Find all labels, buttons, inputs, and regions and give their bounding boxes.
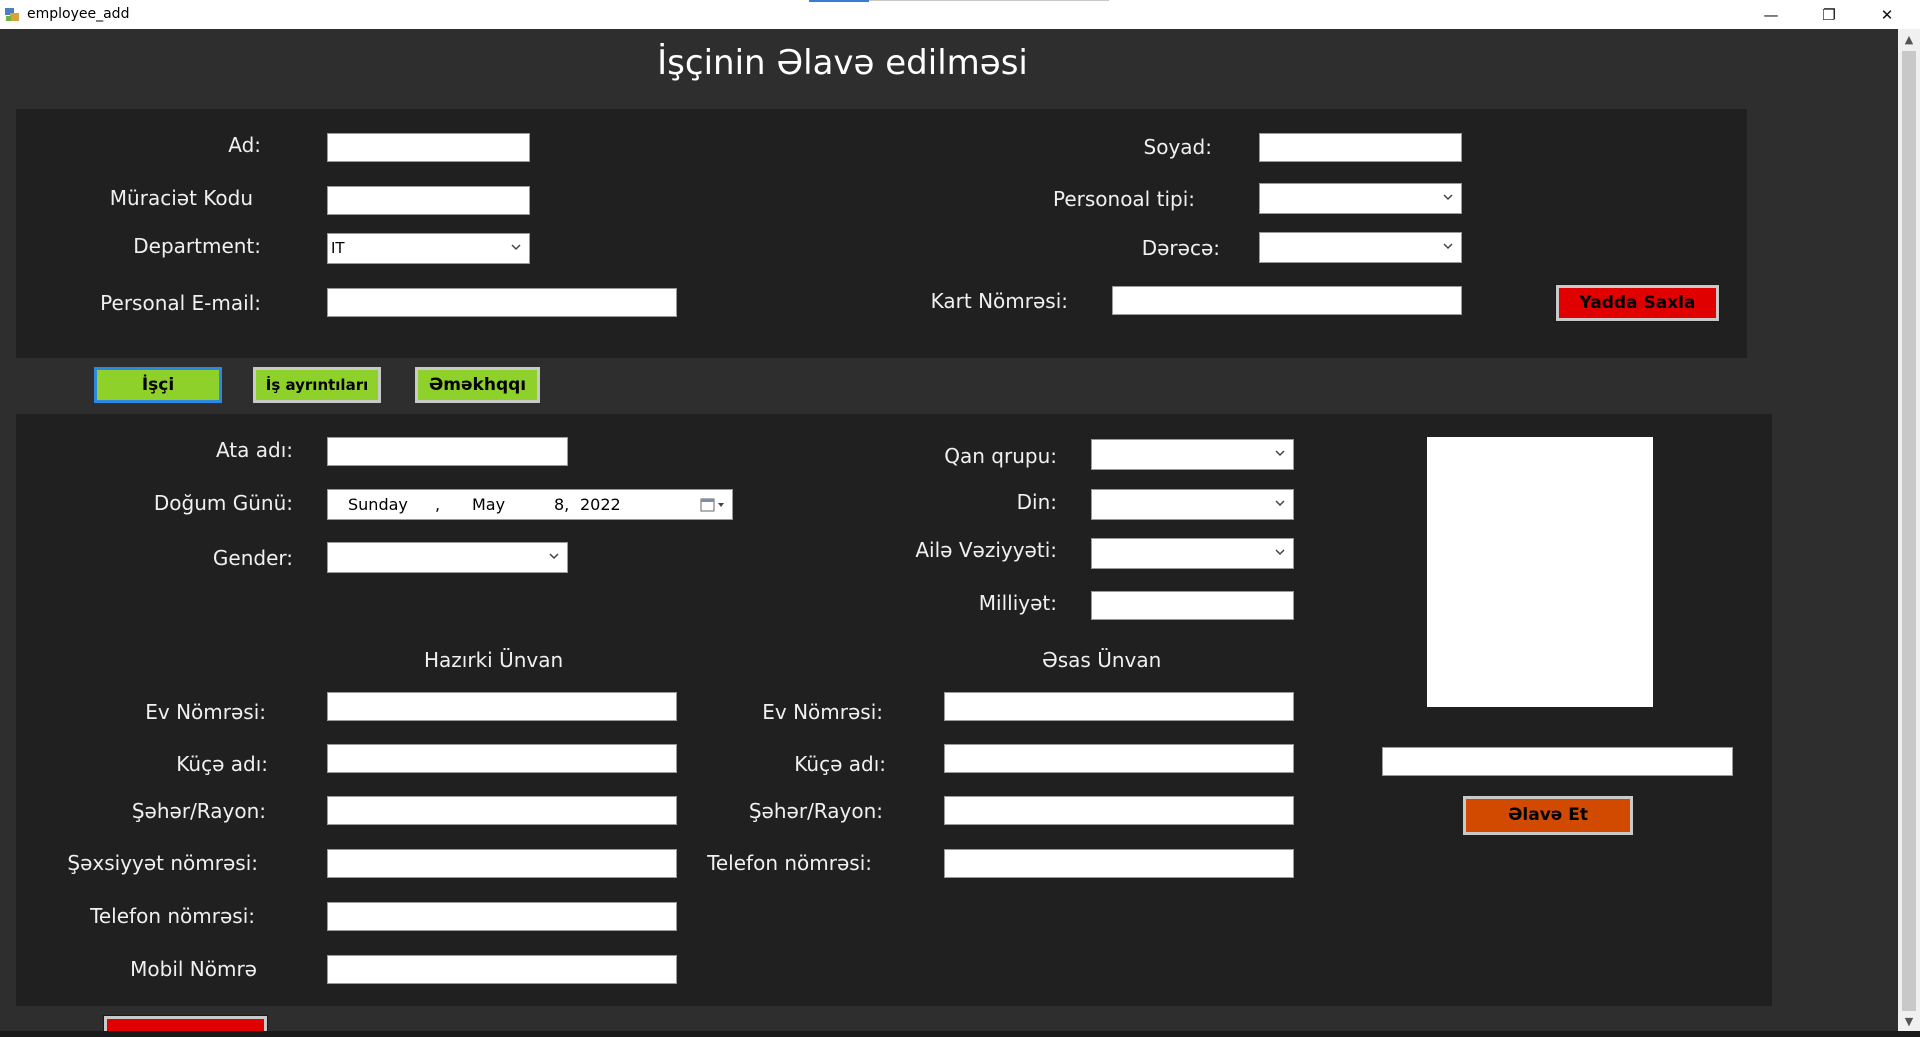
minimize-icon: — [1763, 5, 1779, 24]
current-telefon-label: Telefon nömrəsi: [90, 904, 255, 928]
close-icon: ✕ [1880, 5, 1894, 24]
gender-label: Gender: [212, 546, 293, 570]
main-ev-nomresi-input[interactable] [944, 692, 1294, 721]
window-titlebar: employee_add — ❐ ✕ [0, 0, 1920, 29]
sexsiyyet-nomresi-input[interactable] [327, 849, 677, 878]
bottom-edge [0, 1031, 1920, 1037]
hazirki-unvan-heading: Hazırki Ünvan [424, 648, 564, 672]
ata-adi-input[interactable] [327, 437, 568, 466]
basic-info-panel [16, 109, 1747, 358]
scroll-down-icon[interactable]: ▼ [1898, 1011, 1920, 1031]
restore-button[interactable]: ❐ [1800, 0, 1858, 29]
milliyet-input[interactable] [1091, 591, 1294, 620]
chevron-down-icon [511, 244, 521, 251]
elave-et-button[interactable]: Əlavə Et [1463, 796, 1633, 835]
current-seher-rayon-label: Şəhər/Rayon: [131, 799, 266, 823]
esas-unvan-heading: Əsas Ünvan [1042, 648, 1162, 672]
restore-icon: ❐ [1822, 5, 1836, 24]
yadda-saxla-button[interactable]: Yadda Saxla [1555, 284, 1720, 322]
close-button[interactable]: ✕ [1858, 0, 1916, 29]
photo-path-input[interactable] [1382, 747, 1733, 776]
chevron-down-icon [1275, 549, 1285, 556]
chevron-down-icon [1275, 450, 1285, 457]
app-icon [5, 8, 19, 21]
current-seher-rayon-input[interactable] [327, 796, 677, 825]
minimize-button[interactable]: — [1742, 0, 1800, 29]
ata-adi-label: Ata adı: [215, 438, 293, 462]
employee-photo[interactable] [1427, 437, 1653, 707]
department-label: Department: [133, 234, 261, 258]
aile-veziyyeti-select[interactable] [1091, 538, 1294, 569]
main-ev-nomresi-label: Ev Nömrəsi: [762, 700, 883, 724]
date-separator: , [435, 495, 441, 514]
current-ev-nomresi-label: Ev Nömrəsi: [145, 700, 266, 724]
personoal-tipi-select[interactable] [1259, 183, 1462, 214]
dogum-gunu-label: Doğum Günü: [153, 491, 293, 515]
department-value: IT [331, 239, 345, 257]
date-day: 8, [554, 495, 570, 514]
calendar-icon[interactable] [700, 497, 726, 513]
main-seher-rayon-input[interactable] [944, 796, 1294, 825]
vertical-scrollbar[interactable]: ▲ ▼ [1898, 29, 1920, 1031]
main-kuce-adi-label: Küçə adı: [794, 752, 886, 776]
chevron-down-icon [1443, 194, 1453, 201]
personal-email-label: Personal E-mail: [100, 291, 261, 315]
qan-qrupu-select[interactable] [1091, 439, 1294, 470]
titlebar-accent [809, 0, 869, 2]
dogum-gunu-datepicker[interactable]: Sunday , May 8, 2022 [327, 489, 733, 520]
sexsiyyet-nomresi-label: Şəxsiyyət nömrəsi: [67, 851, 258, 875]
aile-veziyyeti-label: Ailə Vəziyyəti: [915, 538, 1057, 562]
page-title: İşçinin Əlavə edilməsi [657, 43, 1028, 83]
mobil-nomre-label: Mobil Nömrə [130, 957, 257, 981]
date-weekday: Sunday [348, 495, 408, 514]
titlebar-line [869, 0, 1109, 1]
main-telefon-input[interactable] [944, 849, 1294, 878]
muraciet-kodu-label: Müraciət Kodu [109, 186, 253, 210]
main-telefon-label: Telefon nömrəsi: [707, 851, 872, 875]
ad-label: Ad: [228, 133, 261, 157]
current-kuce-adi-input[interactable] [327, 744, 677, 773]
derece-select[interactable] [1259, 232, 1462, 263]
gender-select[interactable] [327, 542, 568, 573]
department-select[interactable]: IT [327, 233, 530, 264]
current-kuce-adi-label: Küçə adı: [176, 752, 268, 776]
scroll-up-icon[interactable]: ▲ [1898, 29, 1920, 49]
personoal-tipi-label: Personoal tipi: [1052, 187, 1195, 211]
tab-isci[interactable]: İşçi [94, 367, 222, 403]
chevron-down-icon [1275, 500, 1285, 507]
main-kuce-adi-input[interactable] [944, 744, 1294, 773]
personal-email-input[interactable] [327, 288, 677, 317]
tab-emekhaqqi[interactable]: Əməkhqqı [415, 367, 540, 403]
date-year: 2022 [580, 495, 621, 514]
chevron-down-icon [549, 553, 559, 560]
ad-input[interactable] [327, 133, 530, 162]
kart-nomresi-label: Kart Nömrəsi: [930, 289, 1068, 313]
milliyet-label: Milliyət: [978, 591, 1057, 615]
soyad-label: Soyad: [1143, 135, 1212, 159]
kart-nomresi-input[interactable] [1112, 286, 1462, 315]
scrollbar-thumb[interactable] [1902, 51, 1916, 1011]
date-month: May [472, 495, 506, 514]
current-telefon-input[interactable] [327, 902, 677, 931]
tab-is-ayrintilari[interactable]: İş ayrıntıları [253, 367, 381, 403]
qan-qrupu-label: Qan qrupu: [944, 444, 1057, 468]
chevron-down-icon [1443, 243, 1453, 250]
current-ev-nomresi-input[interactable] [327, 692, 677, 721]
muraciet-kodu-input[interactable] [327, 186, 530, 215]
din-select[interactable] [1091, 489, 1294, 520]
din-label: Din: [1016, 490, 1057, 514]
main-seher-rayon-label: Şəhər/Rayon: [748, 799, 883, 823]
window-title: employee_add [27, 6, 130, 22]
derece-label: Dərəcə: [1141, 236, 1220, 260]
soyad-input[interactable] [1259, 133, 1462, 162]
mobil-nomre-input[interactable] [327, 955, 677, 984]
